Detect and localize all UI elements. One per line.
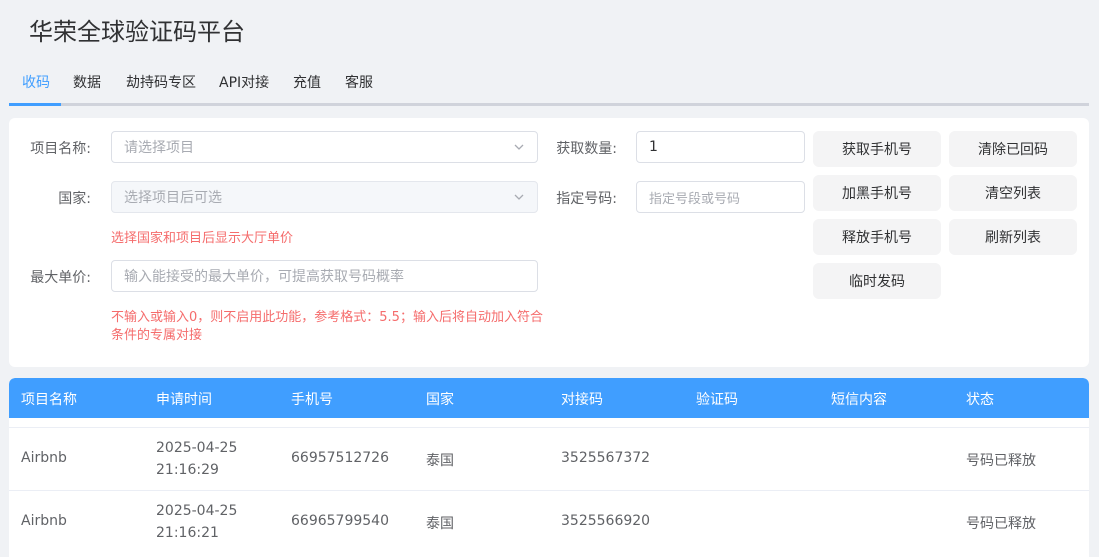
- refresh-list-button[interactable]: 刷新列表: [949, 219, 1077, 255]
- max-price-label: 最大单价:: [30, 270, 91, 286]
- cell-clock: 21:16:21: [156, 525, 219, 541]
- column-header-country: 国家: [426, 392, 454, 408]
- cell-country: 泰国: [426, 516, 454, 532]
- number-placeholder: 指定号段或号码: [649, 191, 741, 207]
- request-form-card: 项目名称: 请选择项目 国家: 选择项目后可选 选择国家和项目后显示大厅单价 最…: [9, 118, 1089, 367]
- clear-list-button[interactable]: 清空列表: [949, 175, 1077, 211]
- clear-received-button[interactable]: 清除已回码: [949, 131, 1077, 167]
- column-header-phone: 手机号: [291, 392, 333, 408]
- project-select[interactable]: 请选择项目: [111, 131, 538, 163]
- release-phone-button[interactable]: 释放手机号: [813, 219, 941, 255]
- quantity-label: 获取数量:: [556, 141, 617, 157]
- tab-hijack-zone[interactable]: 劫持码专区: [126, 72, 196, 92]
- cell-status: 号码已释放: [966, 516, 1036, 532]
- country-price-hint: 选择国家和项目后显示大厅单价: [111, 231, 294, 246]
- nav-tabs: 收码 数据 劫持码专区 API对接 充值 客服: [9, 64, 1089, 106]
- project-select-placeholder: 请选择项目: [124, 140, 194, 156]
- country-select[interactable]: 选择项目后可选: [111, 181, 538, 213]
- cell-time: 2025-04-25 21:16:21: [156, 500, 237, 544]
- max-price-input[interactable]: 输入能接受的最大单价，可提高获取号码概率: [111, 260, 538, 292]
- chevron-down-icon: [514, 194, 524, 200]
- column-header-time: 申请时间: [156, 392, 212, 408]
- active-tab-indicator: [9, 103, 61, 106]
- temp-send-button[interactable]: 临时发码: [813, 263, 941, 299]
- country-label: 国家:: [58, 191, 91, 207]
- number-input[interactable]: 指定号段或号码: [636, 181, 805, 213]
- tab-support[interactable]: 客服: [345, 72, 373, 92]
- cell-phone: 66957512726: [291, 450, 389, 466]
- tab-receive-code[interactable]: 收码: [22, 72, 50, 92]
- quantity-input[interactable]: 1: [636, 131, 805, 163]
- tab-data[interactable]: 数据: [73, 72, 101, 92]
- cell-clock: 21:16:29: [156, 462, 219, 478]
- cell-project: Airbnb: [21, 450, 67, 466]
- chevron-down-icon: [514, 144, 524, 150]
- cell-code: 3525567372: [561, 450, 651, 466]
- column-header-sms: 短信内容: [831, 392, 887, 408]
- table-row[interactable]: Airbnb 2025-04-25 21:16:29 66957512726 泰…: [9, 427, 1089, 490]
- cell-country: 泰国: [426, 453, 454, 469]
- blacklist-phone-button[interactable]: 加黑手机号: [813, 175, 941, 211]
- max-price-hint: 不输入或输入0，则不启用此功能，参考格式：5.5；输入后将自动加入符合条件的专属…: [111, 310, 543, 343]
- number-label: 指定号码:: [556, 191, 617, 207]
- column-header-code: 对接码: [561, 392, 603, 408]
- get-phone-button[interactable]: 获取手机号: [813, 131, 941, 167]
- cell-status: 号码已释放: [966, 453, 1036, 469]
- cell-time: 2025-04-25 21:16:29: [156, 437, 237, 481]
- column-header-status: 状态: [966, 392, 994, 408]
- tab-api[interactable]: API对接: [219, 72, 269, 92]
- tab-recharge[interactable]: 充值: [293, 72, 321, 92]
- table-header: 项目名称 申请时间 手机号 国家 对接码 验证码 短信内容 状态: [9, 378, 1089, 418]
- project-label: 项目名称:: [30, 141, 91, 157]
- cell-phone: 66965799540: [291, 513, 389, 529]
- max-price-placeholder: 输入能接受的最大单价，可提高获取号码概率: [124, 269, 404, 285]
- cell-code: 3525566920: [561, 513, 651, 529]
- quantity-value: 1: [649, 139, 658, 155]
- app-title: 华荣全球验证码平台: [29, 18, 245, 46]
- column-header-project: 项目名称: [21, 392, 77, 408]
- country-select-placeholder: 选择项目后可选: [124, 190, 222, 206]
- column-header-verify: 验证码: [696, 392, 738, 408]
- cell-date: 2025-04-25: [156, 503, 238, 519]
- cell-date: 2025-04-25: [156, 440, 238, 456]
- orders-table: 项目名称 申请时间 手机号 国家 对接码 验证码 短信内容 状态 Airbnb …: [9, 378, 1089, 557]
- cell-project: Airbnb: [21, 513, 67, 529]
- table-row[interactable]: Airbnb 2025-04-25 21:16:21 66965799540 泰…: [9, 490, 1089, 553]
